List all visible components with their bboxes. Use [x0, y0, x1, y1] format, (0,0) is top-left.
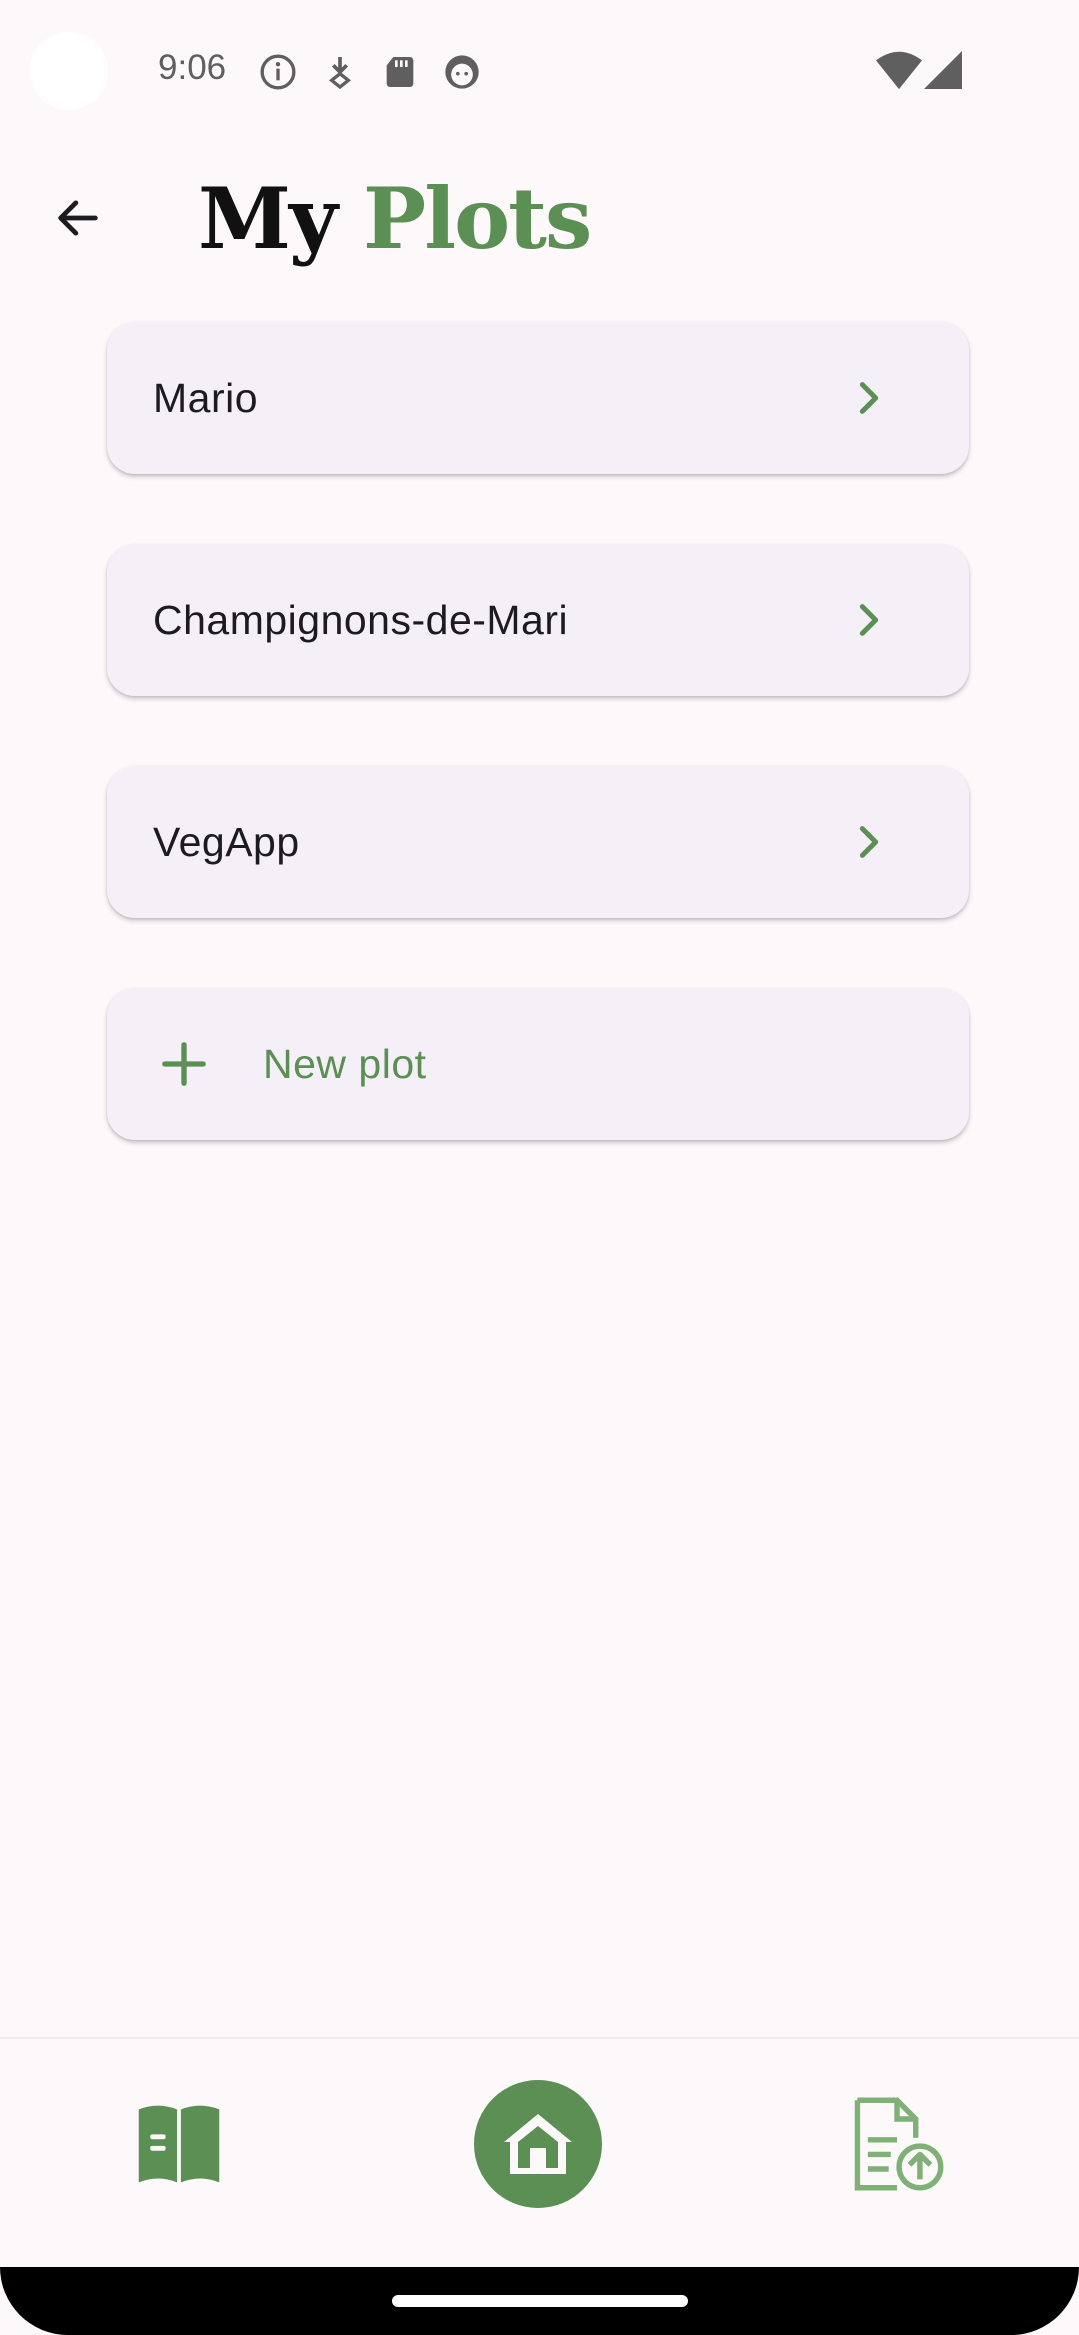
plus-icon [162, 1042, 206, 1086]
page-title: My Plots [198, 164, 592, 274]
gesture-area [0, 2267, 1079, 2335]
plot-list: Mario Champignons-de-Mari VegApp New plo… [107, 322, 969, 1210]
top-app-bar: My Plots [0, 150, 1079, 280]
plot-card-vegapp[interactable]: VegApp [107, 766, 969, 918]
page-title-my: My [198, 169, 338, 268]
plot-label: Mario [153, 374, 259, 421]
plot-label: Champignons-de-Mari [153, 596, 569, 643]
new-plot-label: New plot [263, 1040, 427, 1087]
chevron-right-icon [859, 382, 879, 414]
nav-home[interactable] [473, 2079, 603, 2209]
nav-upload-document[interactable] [832, 2079, 962, 2209]
plot-card-champignons[interactable]: Champignons-de-Mari [107, 544, 969, 696]
home-icon [504, 2114, 572, 2174]
page-title-plots: Plots [363, 169, 592, 268]
camera-cutout [30, 32, 108, 110]
plot-card-mario[interactable]: Mario [107, 322, 969, 474]
new-plot-button[interactable]: New plot [107, 988, 969, 1140]
nav-book[interactable] [114, 2079, 244, 2209]
arrow-left-icon [58, 200, 98, 236]
home-active-indicator [474, 2080, 602, 2208]
status-time: 9:06 [158, 48, 227, 87]
chevron-right-icon [859, 826, 879, 858]
back-button[interactable] [40, 180, 116, 256]
gesture-bar [0, 2267, 1079, 2335]
download-icon [328, 57, 352, 90]
document-upload-icon [854, 2097, 944, 2191]
signal-icon [924, 51, 962, 89]
chevron-right-icon [859, 604, 879, 636]
wifi-icon [876, 51, 922, 90]
face-icon [445, 55, 479, 89]
sd-card-icon [386, 57, 414, 87]
info-icon [260, 54, 296, 90]
book-icon [138, 2105, 220, 2183]
bottom-navigation [0, 2037, 1079, 2269]
plot-label: VegApp [153, 818, 300, 865]
status-bar: 9:06 [0, 0, 1079, 140]
home-indicator[interactable] [392, 2295, 688, 2307]
